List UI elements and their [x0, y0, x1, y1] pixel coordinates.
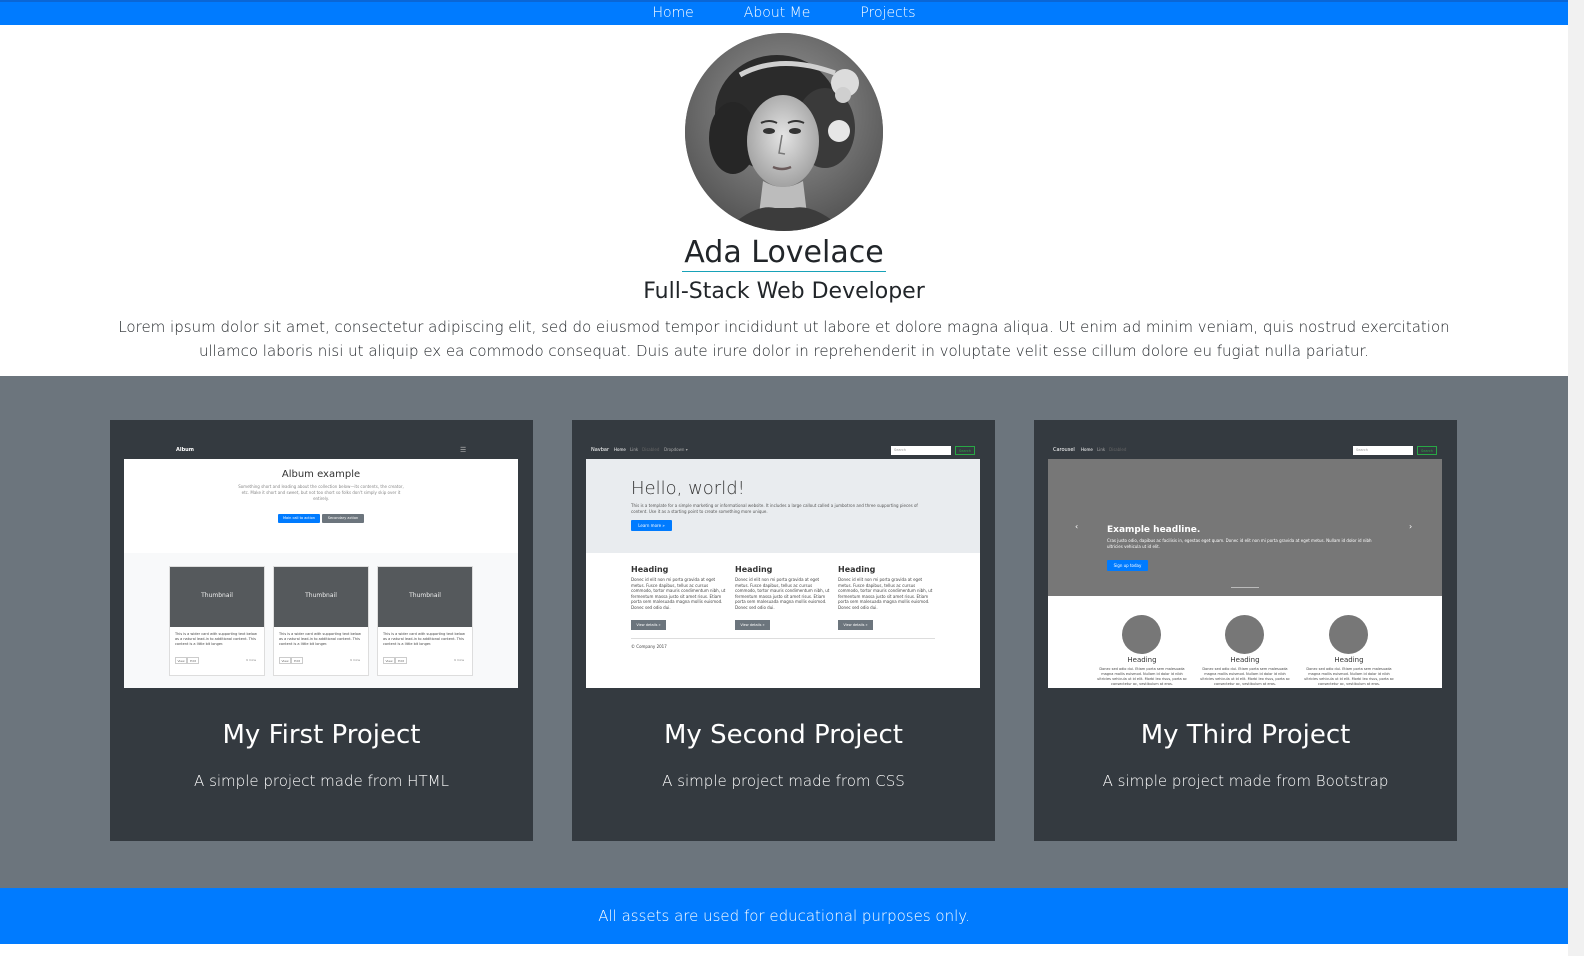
view-details-btn: View details »	[631, 620, 666, 630]
album-view-btn: View	[279, 657, 291, 664]
project-card-1: Album ☰ Album example Something short an…	[110, 420, 533, 841]
column-heading: Heading	[735, 565, 773, 574]
mini-nav-home: Home	[1081, 447, 1093, 452]
mini-nav-disabled: Disabled	[642, 447, 660, 452]
album-mins: 9 mins	[246, 658, 257, 662]
project-3-title: My Third Project	[1140, 720, 1351, 750]
album-view-btn: View	[383, 657, 395, 664]
project-1-title: My First Project	[222, 720, 421, 750]
mini-nav-dropdown: Dropdown ▾	[664, 447, 688, 452]
marketing-heading: Heading	[1230, 656, 1260, 664]
marketing-circle	[1329, 615, 1368, 654]
nav-about-link[interactable]: About Me	[744, 2, 811, 25]
album-card-text: This is a wider card with supporting tex…	[383, 632, 465, 646]
album-mins: 9 mins	[350, 658, 361, 662]
jumbotron-heading: Hello, world!	[631, 478, 745, 499]
carousel-text: Cras justo odio, dapibus ac facilisis in…	[1107, 538, 1372, 549]
jumbotron-text: This is a template for a simple marketin…	[631, 503, 918, 514]
mini-brand: Carousel	[1053, 447, 1075, 453]
mini-copyright: © Company 2017	[631, 644, 667, 649]
mini-brand: Navbar	[591, 447, 610, 453]
album-edit-btn: Edit	[291, 657, 303, 664]
project-2-title: My Second Project	[664, 720, 903, 750]
view-details-btn: View details »	[735, 620, 770, 630]
profile-name: Ada Lovelace	[0, 235, 1568, 272]
mini-nav-home: Home	[614, 447, 626, 452]
column-heading: Heading	[631, 565, 669, 574]
project-2-description: A simple project made from CSS	[662, 772, 905, 790]
hero-section: Ada Lovelace Full-Stack Web Developer Lo…	[0, 25, 1568, 376]
carousel-prev-icon: ‹	[1075, 522, 1079, 531]
carousel-next-icon: ›	[1409, 522, 1413, 531]
marketing-circle	[1225, 615, 1264, 654]
mini-brand: Album	[176, 447, 194, 453]
mini-divider	[631, 638, 935, 639]
marketing-circle	[1122, 615, 1161, 654]
marketing-text: Donec sed odio dui. Etiam porta sem male…	[1304, 667, 1394, 686]
vertical-scrollbar[interactable]	[1568, 0, 1584, 956]
carousel-indicators	[1231, 587, 1259, 588]
album-edit-btn: Edit	[395, 657, 407, 664]
project-card-2: Navbar Home Link Disabled Dropdown ▾ Sea…	[572, 420, 995, 841]
nav-home-link[interactable]: Home	[652, 2, 693, 25]
nav-projects-link[interactable]: Projects	[860, 2, 915, 25]
project-1-description: A simple project made from HTML	[194, 772, 449, 790]
carousel-signup-btn: Sign up today	[1107, 560, 1148, 571]
album-secondary-btn: Secondary action	[322, 514, 364, 523]
album-primary-btn: Main call to action	[278, 514, 320, 523]
album-card-label: Thumbnail	[305, 592, 337, 599]
marketing-heading: Heading	[1127, 656, 1157, 664]
mini-search-input: Search	[1353, 446, 1413, 455]
project-2-thumbnail[interactable]: Navbar Home Link Disabled Dropdown ▾ Sea…	[586, 442, 980, 688]
album-edit-btn: Edit	[187, 657, 199, 664]
album-heading: Album example	[281, 469, 361, 480]
top-navbar: Home About Me Projects	[0, 0, 1568, 25]
view-details-btn: View details »	[838, 620, 873, 630]
profile-bio: Lorem ipsum dolor sit amet, consectetur …	[118, 318, 1450, 360]
mini-search-btn: Search	[1417, 446, 1437, 455]
marketing-heading: Heading	[1334, 656, 1364, 664]
profile-avatar	[685, 33, 883, 231]
projects-section: Album ☰ Album example Something short an…	[0, 376, 1568, 888]
album-card-text: This is a wider card with supporting tex…	[175, 632, 257, 646]
mini-search-btn: Search	[955, 446, 975, 455]
album-view-btn: View	[175, 657, 187, 664]
learn-more-btn: Learn more »	[631, 520, 672, 531]
page-bottom	[0, 944, 1568, 956]
album-mins: 9 mins	[454, 658, 465, 662]
profile-name-text: Ada Lovelace	[682, 235, 886, 272]
album-card-label: Thumbnail	[201, 592, 233, 599]
mini-nav-link: Link	[630, 447, 639, 452]
mini-nav-disabled: Disabled	[1109, 447, 1127, 452]
album-card-label: Thumbnail	[409, 592, 441, 599]
hamburger-icon: ☰	[460, 446, 467, 454]
column-heading: Heading	[838, 565, 876, 574]
album-card-text: This is a wider card with supporting tex…	[279, 632, 361, 646]
column-text: Donec id elit non mi porta gravida at eg…	[631, 577, 726, 610]
project-card-3: Carousel Home Link Disabled Search Searc…	[1034, 420, 1457, 841]
marketing-text: Donec sed odio dui. Etiam porta sem male…	[1097, 667, 1187, 686]
project-3-thumbnail[interactable]: Carousel Home Link Disabled Search Searc…	[1048, 442, 1442, 688]
marketing-text: Donec sed odio dui. Etiam porta sem male…	[1200, 667, 1290, 686]
column-text: Donec id elit non mi porta gravida at eg…	[735, 577, 830, 610]
project-1-thumbnail[interactable]: Album ☰ Album example Something short an…	[124, 442, 518, 688]
carousel-headline: Example headline.	[1107, 525, 1201, 535]
portrait-image	[685, 33, 883, 231]
mini-nav-link: Link	[1097, 447, 1106, 452]
mini-search-input: Search	[891, 446, 951, 455]
column-text: Donec id elit non mi porta gravida at eg…	[838, 577, 933, 610]
page-footer: All assets are used for educational purp…	[0, 888, 1568, 944]
album-lead: Something short and leading about the co…	[238, 484, 404, 501]
profile-role: Full-Stack Web Developer	[643, 279, 925, 304]
project-3-description: A simple project made from Bootstrap	[1102, 772, 1389, 790]
